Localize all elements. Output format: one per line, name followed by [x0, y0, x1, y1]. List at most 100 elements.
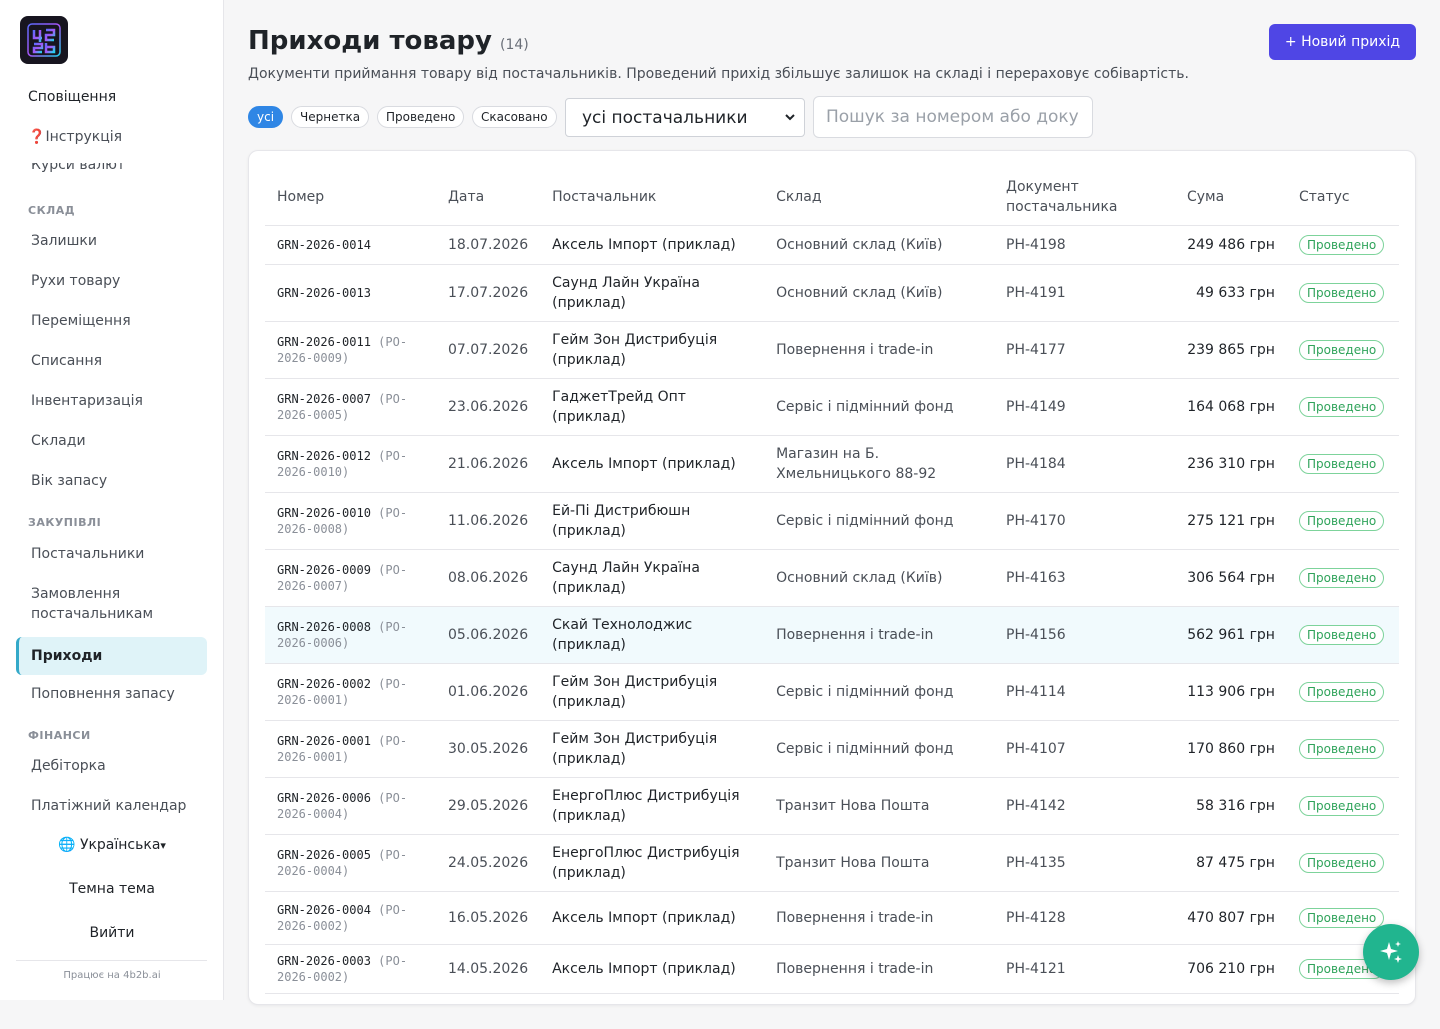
receipt-number[interactable]: GRN-2026-0008 (PO-2026-0006) — [265, 606, 436, 664]
receipt-number-text: GRN-2026-0006 — [277, 790, 371, 805]
table-row[interactable]: GRN-2026-0008 (PO-2026-0006) 05.06.2026 Ск… — [265, 606, 1399, 664]
receipt-number-text: GRN-2026-0008 — [277, 619, 371, 634]
globe-icon: 🌐 — [58, 837, 76, 853]
receipt-number-text: GRN-2026-0007 — [277, 391, 371, 406]
dark-theme-toggle[interactable]: Темна тема — [0, 881, 224, 897]
instructions-link[interactable]: ❓Інструкція — [28, 129, 122, 145]
status-badge: Проведено — [1298, 738, 1385, 759]
receipt-number[interactable]: GRN-2026-0001 (PO-2026-0001) — [265, 720, 436, 778]
receipt-supplier-doc: РН-4156 — [994, 606, 1175, 664]
receipt-supplier: Ей-Пі Дистрибюшн (приклад) — [540, 492, 765, 550]
status-badge: Проведено — [1298, 282, 1385, 303]
filter-chip-draft[interactable]: Чернетка — [291, 106, 370, 128]
receipt-supplier-doc: РН-4114 — [994, 663, 1175, 721]
col-header-number[interactable]: Номер — [265, 169, 436, 226]
sidebar-item-warehouses[interactable]: Склади — [16, 422, 207, 460]
sidebar-item-suppliers[interactable]: Постачальники — [16, 535, 207, 573]
sidebar-item-inventory[interactable]: Інвентаризація — [16, 382, 207, 420]
col-header-warehouse[interactable]: Склад — [764, 169, 995, 226]
receipt-number-text: GRN-2026-0009 — [277, 562, 371, 577]
receipt-number-text: GRN-2026-0003 — [277, 953, 371, 968]
new-receipt-button[interactable]: + Новий прихід — [1269, 24, 1416, 60]
receipt-number[interactable]: GRN-2026-0013 — [265, 264, 436, 322]
receipt-date: 18.07.2026 — [435, 225, 541, 265]
logout-button[interactable]: Вийти — [0, 925, 224, 941]
sidebar-item-replenishment[interactable]: Поповнення запасу — [16, 675, 207, 713]
table-row[interactable]: GRN-2026-0009 (PO-2026-0007) 08.06.2026 Са… — [265, 549, 1399, 607]
receipt-status-cell: Проведено — [1286, 378, 1399, 436]
supplier-select[interactable]: усі постачальники — [565, 98, 805, 137]
table-row[interactable]: GRN-2026-0007 (PO-2026-0005) 23.06.2026 Га… — [265, 378, 1399, 436]
receipt-date: 05.06.2026 — [435, 606, 541, 664]
ai-assistant-button[interactable] — [1363, 924, 1419, 980]
receipt-number[interactable]: GRN-2026-0006 (PO-2026-0004) — [265, 777, 436, 835]
receipt-supplier: Скай Технолоджис (приклад) — [540, 606, 765, 664]
table-row[interactable]: GRN-2026-0005 (PO-2026-0004) 24.05.2026 Ен… — [265, 834, 1399, 892]
sidebar-item-receipts[interactable]: Приходи — [16, 637, 207, 675]
col-header-supplier-doc[interactable]: Документ постачальника — [994, 169, 1175, 226]
receipt-date: 30.05.2026 — [435, 720, 541, 778]
receipt-status-cell: Проведено — [1286, 321, 1399, 379]
table-row[interactable]: GRN-2026-0001 (PO-2026-0001) 30.05.2026 Ге… — [265, 720, 1399, 778]
receipt-number[interactable]: GRN-2026-0003 (PO-2026-0002) — [265, 944, 436, 994]
receipt-number[interactable]: GRN-2026-0010 (PO-2026-0008) — [265, 492, 436, 550]
status-badge: Проведено — [1298, 396, 1385, 417]
search-input[interactable] — [813, 96, 1093, 138]
chevron-down-icon — [785, 114, 795, 121]
receipt-date: 23.06.2026 — [435, 378, 541, 436]
filter-chip-all[interactable]: усі — [248, 106, 284, 128]
table-row[interactable]: GRN-2026-0010 (PO-2026-0008) 11.06.2026 Ей… — [265, 492, 1399, 550]
table-row[interactable]: GRN-2026-0003 (PO-2026-0002) 14.05.2026 Ак… — [265, 944, 1399, 994]
table-row[interactable]: GRN-2026-0011 (PO-2026-0009) 07.07.2026 Ге… — [265, 321, 1399, 379]
sidebar-item-supplier-orders[interactable]: Замовлення постачальникам — [16, 575, 207, 633]
filter-chip-cancelled[interactable]: Скасовано — [472, 106, 557, 128]
receipt-supplier: Саунд Лайн Україна (приклад) — [540, 264, 765, 322]
receipt-number[interactable]: GRN-2026-0012 (PO-2026-0010) — [265, 435, 436, 493]
receipt-number[interactable]: GRN-2026-0004 (PO-2026-0002) — [265, 891, 436, 945]
table-row[interactable]: GRN-2026-0014 18.07.2026 Аксель Імпорт (п… — [265, 225, 1399, 265]
receipt-supplier-doc: РН-4177 — [994, 321, 1175, 379]
table-row[interactable]: GRN-2026-0012 (PO-2026-0010) 21.06.2026 Ак… — [265, 435, 1399, 493]
filter-chip-posted[interactable]: Проведено — [377, 106, 465, 128]
receipt-sum: 275 121 грн — [1175, 492, 1287, 550]
receipt-supplier: Аксель Імпорт (приклад) — [540, 225, 765, 265]
receipt-number[interactable]: GRN-2026-0014 — [265, 225, 436, 265]
table-row[interactable]: GRN-2026-0004 (PO-2026-0002) 16.05.2026 Ак… — [265, 891, 1399, 945]
col-header-sum[interactable]: Сума — [1175, 169, 1287, 226]
sidebar-item-movements[interactable]: Рухи товару — [16, 262, 207, 300]
powered-by: Працює на 4b2b.ai — [63, 970, 161, 981]
receipt-number-text: GRN-2026-0010 — [277, 505, 371, 520]
receipt-date: 07.07.2026 — [435, 321, 541, 379]
table-row[interactable]: GRN-2026-0002 (PO-2026-0001) 01.06.2026 Ге… — [265, 663, 1399, 721]
table-row[interactable]: GRN-2026-0006 (PO-2026-0004) 29.05.2026 Ен… — [265, 777, 1399, 835]
table-row[interactable]: GRN-2026-0013 17.07.2026 Саунд Лайн Украї… — [265, 264, 1399, 322]
receipt-number-text: GRN-2026-0004 — [277, 902, 371, 917]
currency-rates-link[interactable]: Курси валют — [31, 163, 125, 177]
supplier-select-value: усі постачальники — [582, 107, 748, 128]
receipt-number-text: GRN-2026-0014 — [277, 237, 371, 252]
receipt-number[interactable]: GRN-2026-0005 (PO-2026-0004) — [265, 834, 436, 892]
receipt-number[interactable]: GRN-2026-0011 (PO-2026-0009) — [265, 321, 436, 379]
language-selector[interactable]: 🌐 Українська▾ — [0, 837, 224, 853]
status-badge: Проведено — [1298, 510, 1385, 531]
receipt-sum: 58 316 грн — [1175, 777, 1287, 835]
receipt-supplier-doc: РН-4142 — [994, 777, 1175, 835]
col-header-date[interactable]: Дата — [435, 169, 541, 226]
receipt-supplier: ГаджетТрейд Опт (приклад) — [540, 378, 765, 436]
receipt-number-text: GRN-2026-0002 — [277, 676, 371, 691]
col-header-supplier[interactable]: Постачальник — [540, 169, 765, 226]
notifications-link[interactable]: Сповіщення — [28, 89, 116, 105]
receipt-supplier-doc: РН-4135 — [994, 834, 1175, 892]
app-logo[interactable] — [20, 16, 68, 64]
sidebar-item-payment-calendar[interactable]: Платіжний календар — [16, 787, 207, 825]
sidebar-item-receivables[interactable]: Дебіторка — [16, 747, 207, 785]
sidebar-item-stock[interactable]: Залишки — [16, 222, 207, 260]
receipt-number[interactable]: GRN-2026-0007 (PO-2026-0005) — [265, 378, 436, 436]
receipt-number[interactable]: GRN-2026-0009 (PO-2026-0007) — [265, 549, 436, 607]
sidebar-item-stock-age[interactable]: Вік запасу — [16, 462, 207, 500]
receipt-supplier: Аксель Імпорт (приклад) — [540, 435, 765, 493]
col-header-status[interactable]: Статус — [1286, 169, 1399, 226]
receipt-number[interactable]: GRN-2026-0002 (PO-2026-0001) — [265, 663, 436, 721]
sidebar-item-transfers[interactable]: Переміщення — [16, 302, 207, 340]
sidebar-item-writeoffs[interactable]: Списання — [16, 342, 207, 380]
